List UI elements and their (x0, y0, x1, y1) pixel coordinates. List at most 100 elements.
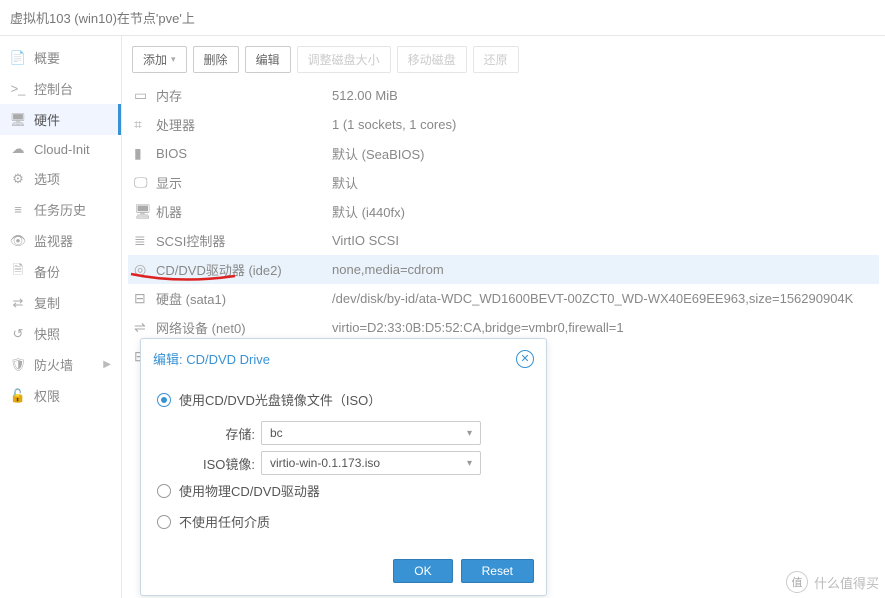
revert-button[interactable]: 还原 (473, 46, 519, 73)
chevron-down-icon: ▾ (467, 428, 472, 439)
radio-iso[interactable]: 使用CD/DVD光盘镜像文件（ISO） (157, 390, 530, 409)
sidebar: 📄概要 >_ 控制台 🖥 硬件 ☁ Cloud-Init ⚙ 选项 ≡ 任务历史 👁 监视器… (0, 36, 122, 598)
sidebar-item-label: Cloud-Init (34, 142, 90, 157)
sidebar-item-summary[interactable]: 📄概要 (0, 42, 121, 73)
dialog-header: 编辑: CD/DVD Drive ✕ (141, 339, 546, 374)
eye-icon: 👁 (10, 233, 26, 249)
row-name: CD/DVD驱动器 (ide2) (156, 260, 332, 279)
row-name: 机器 (156, 202, 332, 221)
row-value: virtio=D2:33:0B:D5:52:CA,bridge=vmbr0,fi… (332, 320, 873, 335)
storage-select[interactable]: bc▾ (261, 421, 481, 445)
cd-icon: ◎ (134, 261, 156, 278)
toolbar: 添加▾ 删除 编辑 调整磁盘大小 移动磁盘 还原 (128, 42, 879, 81)
bios-icon: ▮ (134, 145, 156, 162)
sidebar-item-options[interactable]: ⚙ 选项 (0, 163, 121, 194)
sidebar-item-label: 硬件 (34, 110, 60, 129)
ok-button[interactable]: OK (393, 559, 452, 583)
display-icon: 🖵 (134, 174, 156, 191)
disk-icon: ⊟ (134, 290, 156, 307)
hardware-icon: 🖥 (10, 112, 26, 128)
radio-none[interactable]: 不使用任何介质 (157, 512, 530, 531)
iso-row: ISO镜像: virtio-win-0.1.173.iso▾ (157, 451, 530, 475)
row-name: BIOS (156, 146, 332, 161)
sidebar-item-label: 快照 (34, 324, 60, 343)
console-icon: >_ (10, 81, 26, 97)
memory-icon: ▭ (134, 87, 156, 104)
edit-button[interactable]: 编辑 (245, 46, 291, 73)
sidebar-item-snapshot[interactable]: ↺ 快照 (0, 318, 121, 349)
sidebar-item-label: 任务历史 (34, 200, 86, 219)
move-button[interactable]: 移动磁盘 (397, 46, 467, 73)
lock-icon: 🔓 (10, 388, 26, 404)
chevron-down-icon: ▾ (171, 54, 176, 65)
sidebar-item-label: 防火墙 (34, 355, 73, 374)
sidebar-item-cloudinit[interactable]: ☁ Cloud-Init (0, 135, 121, 163)
shield-icon: 🛡 (10, 357, 26, 373)
sidebar-item-label: 监视器 (34, 231, 73, 250)
row-name: 网络设备 (net0) (156, 318, 332, 337)
iso-select[interactable]: virtio-win-0.1.173.iso▾ (261, 451, 481, 475)
table-row[interactable]: ▭内存512.00 MiB (128, 81, 879, 110)
row-name: 处理器 (156, 115, 332, 134)
hardware-table: ▭内存512.00 MiB ⌗处理器1 (1 sockets, 1 cores)… (128, 81, 879, 371)
gear-icon: ⚙ (10, 171, 26, 187)
cloud-icon: ☁ (10, 141, 26, 157)
dialog-footer: OK Reset (141, 549, 546, 595)
sidebar-item-hardware[interactable]: 🖥 硬件 (0, 104, 121, 135)
row-name: SCSI控制器 (156, 231, 332, 250)
history-icon: ↺ (10, 326, 26, 342)
radio-icon (157, 484, 171, 498)
machine-icon: 🖥 (134, 203, 156, 220)
table-row[interactable]: ⌗处理器1 (1 sockets, 1 cores) (128, 110, 879, 139)
chevron-down-icon: ▾ (467, 458, 472, 469)
sidebar-item-label: 概要 (34, 48, 60, 67)
radio-icon (157, 515, 171, 529)
table-row[interactable]: ⊟硬盘 (sata1)/dev/disk/by-id/ata-WDC_WD160… (128, 284, 879, 313)
network-icon: ⇌ (134, 319, 156, 336)
sidebar-item-backup[interactable]: 🗎 备份 (0, 256, 121, 287)
sidebar-item-tasks[interactable]: ≡ 任务历史 (0, 194, 121, 225)
sidebar-item-label: 控制台 (34, 79, 73, 98)
add-button[interactable]: 添加▾ (132, 46, 187, 73)
row-value: none,media=cdrom (332, 262, 873, 277)
table-row[interactable]: 🖥机器默认 (i440fx) (128, 197, 879, 226)
radio-physical[interactable]: 使用物理CD/DVD驱动器 (157, 481, 530, 500)
sidebar-item-label: 选项 (34, 169, 60, 188)
resize-button[interactable]: 调整磁盘大小 (297, 46, 391, 73)
sync-icon: ⇄ (10, 295, 26, 311)
radio-label: 不使用任何介质 (179, 512, 270, 531)
row-value: 默认 (i440fx) (332, 202, 873, 221)
sidebar-item-monitor[interactable]: 👁 监视器 (0, 225, 121, 256)
table-row[interactable]: ◎CD/DVD驱动器 (ide2)none,media=cdrom (128, 255, 879, 284)
table-row[interactable]: ≣SCSI控制器VirtIO SCSI (128, 226, 879, 255)
row-value: 默认 (332, 173, 873, 192)
chevron-right-icon: ▶ (103, 359, 111, 370)
row-value: VirtIO SCSI (332, 233, 873, 248)
sidebar-item-firewall[interactable]: 🛡 防火墙 ▶ (0, 349, 121, 380)
radio-icon (157, 393, 171, 407)
row-value: 512.00 MiB (332, 88, 873, 103)
row-value: 1 (1 sockets, 1 cores) (332, 117, 873, 132)
radio-label: 使用CD/DVD光盘镜像文件（ISO） (179, 390, 381, 409)
storage-row: 存储: bc▾ (157, 421, 530, 445)
remove-button[interactable]: 删除 (193, 46, 239, 73)
sidebar-item-console[interactable]: >_ 控制台 (0, 73, 121, 104)
radio-label: 使用物理CD/DVD驱动器 (179, 481, 320, 500)
reset-button[interactable]: Reset (461, 559, 534, 583)
row-value: /dev/disk/by-id/ata-WDC_WD1600BEVT-00ZCT… (332, 291, 873, 306)
row-value: 默认 (SeaBIOS) (332, 144, 873, 163)
table-row[interactable]: 🖵显示默认 (128, 168, 879, 197)
row-name: 内存 (156, 86, 332, 105)
sidebar-item-permissions[interactable]: 🔓权限 (0, 380, 121, 411)
sidebar-item-label: 备份 (34, 262, 60, 281)
sidebar-item-replication[interactable]: ⇄ 复制 (0, 287, 121, 318)
row-name: 硬盘 (sata1) (156, 289, 332, 308)
sidebar-item-label: 复制 (34, 293, 60, 312)
storage-label: 存储: (157, 424, 261, 443)
backup-icon: 🗎 (10, 264, 26, 280)
cpu-icon: ⌗ (134, 116, 156, 133)
table-row[interactable]: ▮BIOS默认 (SeaBIOS) (128, 139, 879, 168)
close-icon[interactable]: ✕ (516, 350, 534, 368)
list-icon: ≡ (10, 202, 26, 218)
dialog-title: 编辑: CD/DVD Drive (153, 349, 270, 368)
